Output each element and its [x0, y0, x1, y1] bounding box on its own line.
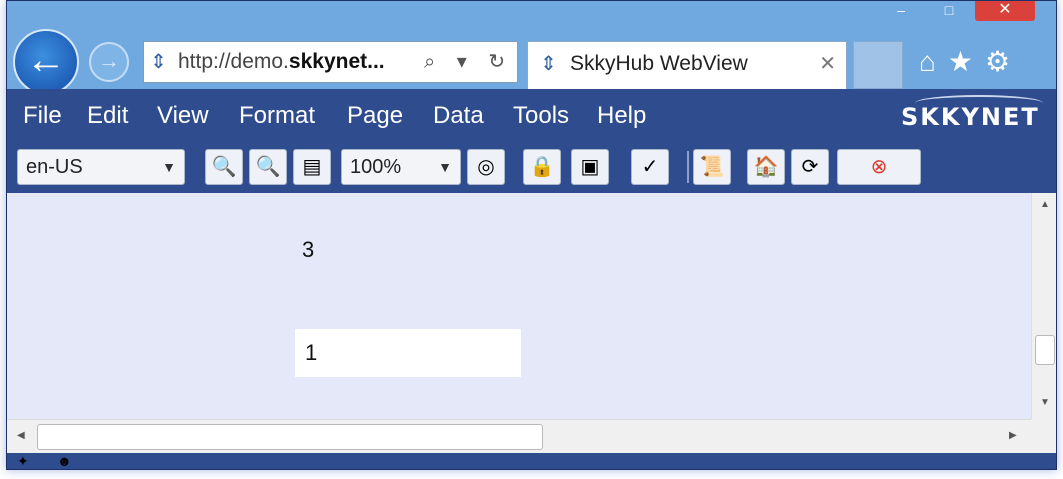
menu-page[interactable]: Page — [347, 102, 403, 130]
home-icon[interactable]: 🏠 — [747, 149, 785, 185]
value-label: 3 — [302, 237, 315, 262]
zoom-value: 100% — [350, 156, 402, 178]
browser-window: – □ ✕ ← → ⇕ http://demo.skkynet... ⌕ ▾ ↻ … — [6, 0, 1057, 470]
horizontal-scroll-thumb[interactable] — [37, 424, 543, 450]
toolbar: en-US ▼ 🔍 🔍 ▤ 100% ▼ ◎ 🔒 ▣ ✓ 📜 🏠 ⟳ ⊗ — [7, 141, 1056, 193]
zoom-select[interactable]: 100% ▼ — [341, 149, 461, 185]
address-tools[interactable]: ⌕ ▾ ↻ — [424, 42, 513, 82]
ie-page-icon: ⇕ — [150, 51, 167, 73]
vertical-scroll-thumb[interactable] — [1035, 335, 1055, 365]
zoom-in-icon[interactable]: 🔍 — [205, 149, 243, 185]
checklist-icon[interactable]: ✓ — [631, 149, 669, 185]
menu-file[interactable]: File — [23, 102, 62, 130]
taskbar-icon: ✦ — [17, 453, 29, 469]
toolbar-separator — [687, 151, 689, 183]
frame-icon[interactable]: ▣ — [571, 149, 609, 185]
skkynet-logo: SKKYNET — [901, 103, 1040, 131]
url-domain: skkynet... — [288, 50, 385, 73]
lock-icon[interactable]: 🔒 — [523, 149, 561, 185]
scroll-down-arrow-icon[interactable]: ▼ — [1032, 397, 1056, 408]
ie-page-icon: ⇕ — [540, 53, 557, 75]
target-icon[interactable]: ◎ — [467, 149, 505, 185]
tab-title: SkkyHub WebView — [570, 52, 748, 75]
locale-value: en-US — [26, 156, 83, 178]
menu-bar: File Edit View Format Page Data Tools He… — [7, 89, 1056, 141]
taskbar-icon: ☻ — [57, 453, 72, 469]
stop-icon[interactable]: ⊗ — [837, 149, 921, 185]
locale-select[interactable]: en-US ▼ — [17, 149, 185, 185]
zoom-out-icon[interactable]: 🔍 — [249, 149, 287, 185]
title-bar: – □ ✕ — [7, 1, 1056, 25]
favorites-star-icon[interactable]: ★ — [948, 46, 985, 77]
new-tab-button[interactable] — [853, 41, 903, 89]
minimize-button[interactable]: – — [887, 1, 915, 21]
url-prefix: http://demo. — [178, 50, 289, 73]
back-button[interactable]: ← — [13, 29, 79, 95]
menu-edit[interactable]: Edit — [87, 102, 128, 130]
refresh-icon[interactable]: ⟳ — [791, 149, 829, 185]
scroll-up-arrow-icon[interactable]: ▲ — [1032, 199, 1056, 210]
horizontal-scrollbar[interactable]: ◀ ▶ — [7, 419, 1031, 453]
chevron-down-icon: ▼ — [162, 159, 176, 175]
close-window-button[interactable]: ✕ — [975, 1, 1035, 21]
page-content: 3 — [7, 193, 1031, 419]
scrollbar-corner — [1031, 419, 1056, 453]
vertical-scrollbar[interactable]: ▲ ▼ — [1031, 193, 1056, 419]
forward-button[interactable]: → — [89, 42, 129, 82]
menu-data[interactable]: Data — [433, 102, 484, 130]
scroll-document-icon[interactable]: 📜 — [693, 149, 731, 185]
browser-icons: ⌂★⚙ — [919, 45, 1022, 78]
chevron-down-icon: ▼ — [438, 159, 452, 175]
scroll-left-arrow-icon[interactable]: ◀ — [17, 430, 25, 441]
menu-view[interactable]: View — [157, 102, 209, 130]
menu-format[interactable]: Format — [239, 102, 315, 130]
maximize-button[interactable]: □ — [935, 1, 963, 21]
value-input[interactable] — [295, 329, 521, 377]
taskbar-strip: ✦ ☻ — [7, 453, 1056, 469]
menu-tools[interactable]: Tools — [513, 102, 569, 130]
home-icon[interactable]: ⌂ — [919, 46, 948, 77]
close-tab-icon[interactable]: ✕ — [819, 42, 836, 86]
fit-page-icon[interactable]: ▤ — [293, 149, 331, 185]
menu-help[interactable]: Help — [597, 102, 646, 130]
scroll-right-arrow-icon[interactable]: ▶ — [1009, 430, 1017, 441]
address-bar[interactable]: ⇕ http://demo.skkynet... ⌕ ▾ ↻ — [143, 41, 518, 83]
tab-skkyhub-webview[interactable]: ⇕ SkkyHub WebView ✕ — [527, 41, 847, 89]
settings-gear-icon[interactable]: ⚙ — [985, 46, 1022, 77]
address-row: ← → ⇕ http://demo.skkynet... ⌕ ▾ ↻ ⇕ SkkyH… — [7, 25, 1056, 95]
